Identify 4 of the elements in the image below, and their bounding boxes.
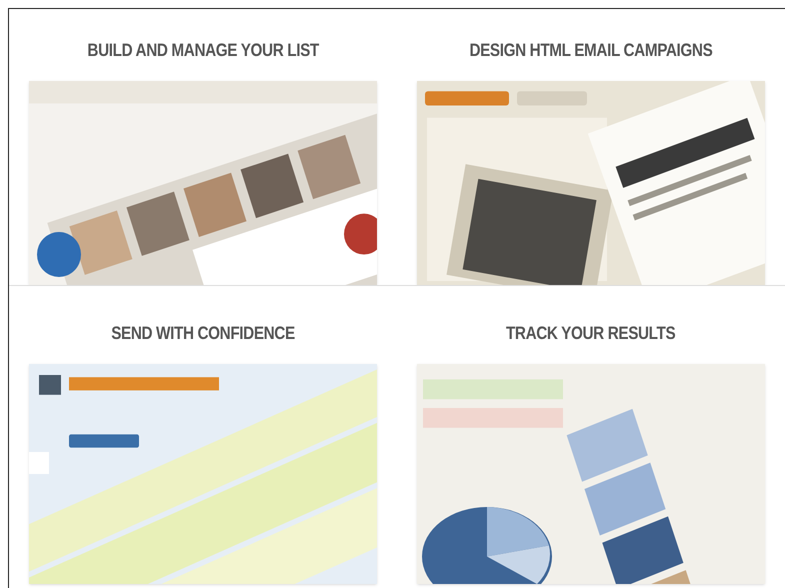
section-heading: BUILD AND MANAGE YOUR LIST bbox=[87, 41, 319, 62]
section-heading: DESIGN HTML EMAIL CAMPAIGNS bbox=[470, 41, 712, 62]
section-heading: SEND WITH CONFIDENCE bbox=[111, 324, 295, 345]
section-heading: TRACK YOUR RESULTS bbox=[506, 324, 676, 345]
